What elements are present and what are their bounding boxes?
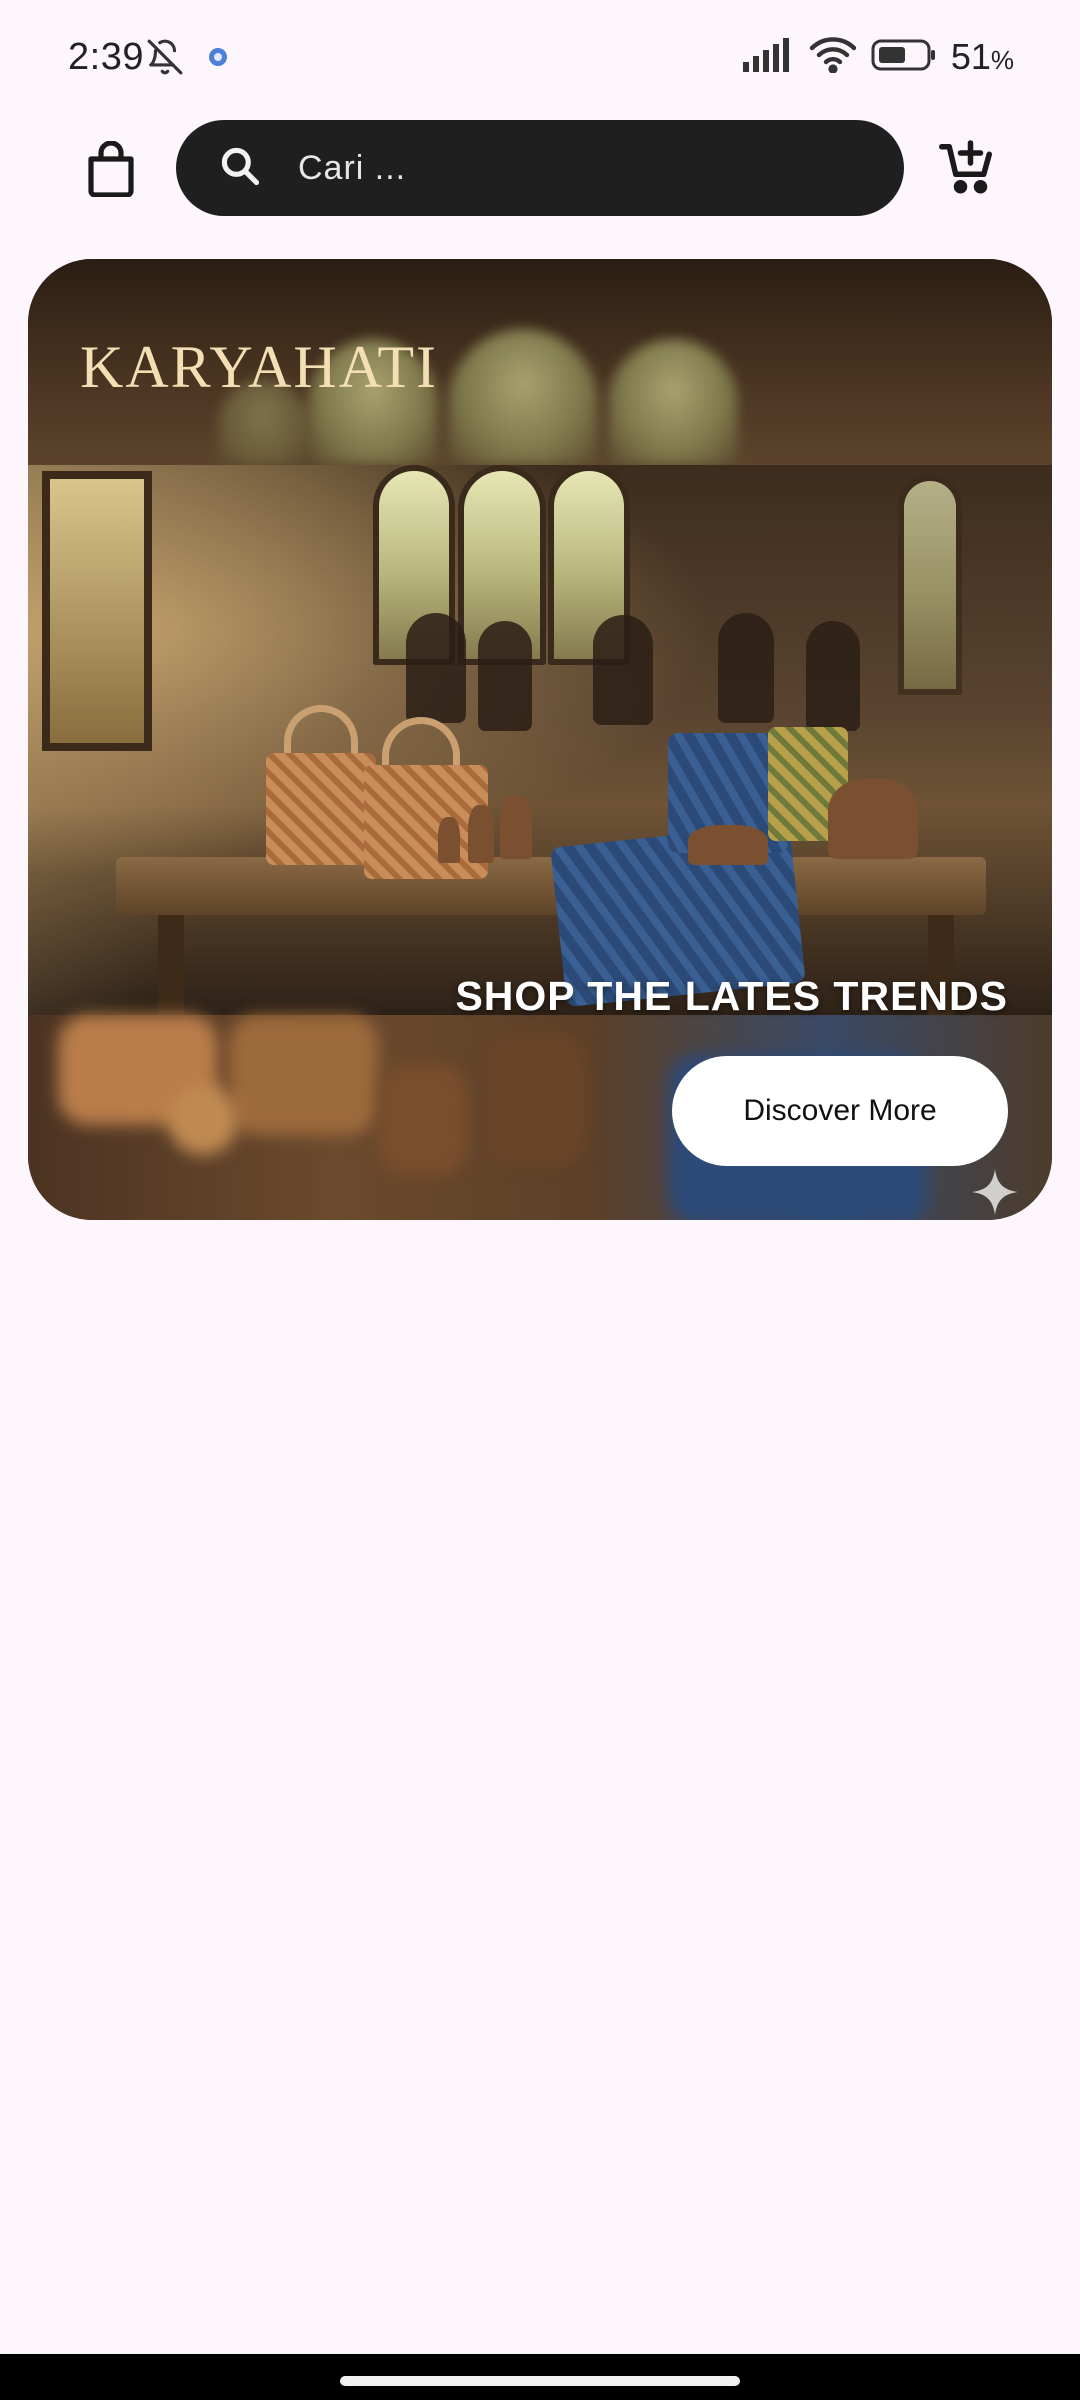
battery-level: 51% [950, 36, 1014, 77]
promo-banner[interactable]: KARYAHATI SHOP THE LATES TRENDS Discover… [28, 259, 1052, 1220]
sparkle-icon [970, 1167, 1020, 1217]
add-to-cart-icon [938, 138, 998, 203]
status-time: 2:39 [68, 36, 144, 78]
wifi-icon [809, 36, 857, 78]
top-app-bar [0, 118, 1080, 218]
search-input[interactable] [296, 147, 860, 189]
search-icon [218, 144, 262, 193]
status-bar: 2:39 51% [0, 0, 1080, 118]
search-bar[interactable] [176, 120, 904, 216]
home-gesture-handle[interactable] [340, 2376, 740, 2386]
shopping-bag-button[interactable] [76, 136, 146, 206]
discover-more-button[interactable]: Discover More [672, 1056, 1008, 1166]
battery-icon [871, 38, 937, 77]
shopping-bag-icon [85, 139, 137, 202]
workshop-photo [28, 465, 1052, 1015]
banner-headline: SHOP THE LATES TRENDS [455, 973, 1008, 1019]
add-to-cart-button[interactable] [930, 132, 1006, 208]
brand-logo-text: KARYAHATI [80, 334, 439, 400]
system-navigation-bar [0, 2354, 1080, 2400]
signal-icon [742, 37, 795, 77]
app-notification-icon [206, 45, 230, 74]
bell-off-icon [146, 38, 184, 81]
